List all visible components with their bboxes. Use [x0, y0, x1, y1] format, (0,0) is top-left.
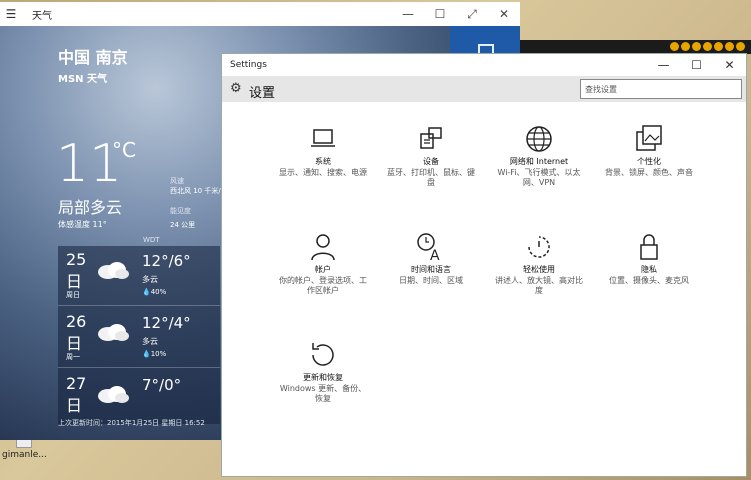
temperature-unit: °C: [112, 138, 136, 162]
app-dot-icon[interactable]: [692, 42, 701, 51]
forecast-weekday: 周日: [66, 291, 80, 299]
weather-titlebar: ☰ 天气 — ☐ ⤢ ✕: [0, 2, 520, 26]
devices-icon: [420, 127, 442, 149]
tile-description: Windows 更新、备份、恢复: [279, 384, 367, 403]
tile-label: 设备: [423, 157, 439, 166]
settings-title: Settings: [230, 60, 267, 70]
visibility-value: 24 公里: [170, 221, 196, 229]
tile-network[interactable]: 网络和 Internet Wi-Fi、飞行模式、以太网、VPN: [494, 124, 584, 210]
tile-label: 个性化: [637, 157, 661, 166]
cloud-icon: [98, 324, 129, 341]
personalize-icon: [636, 125, 662, 151]
tile-label: 时间和语言: [411, 265, 451, 274]
tile-description: Wi-Fi、飞行模式、以太网、VPN: [497, 168, 581, 187]
wdt-label: WDT: [143, 236, 160, 244]
tile-description: 显示、通知、搜索、电源: [279, 168, 367, 177]
close-button[interactable]: ✕: [488, 7, 520, 21]
gear-icon: ⚙: [230, 81, 242, 96]
tile-privacy[interactable]: 隐私 位置、摄像头、麦克风: [604, 232, 694, 318]
tile-description: 日期、时间、区域: [399, 276, 463, 285]
globe-icon: [526, 126, 552, 152]
wind-label: 风速: [170, 177, 184, 185]
hamburger-menu-icon[interactable]: ☰: [0, 7, 22, 21]
settings-window: Settings — ☐ ✕ ⚙ 设置 系统 显示、通知、搜索、电源 设备 蓝牙…: [221, 53, 747, 477]
tile-personalization[interactable]: 个性化 背景、锁屏、颜色、声音: [604, 124, 694, 210]
page-title: 设置: [249, 86, 276, 101]
tile-label: 隐私: [641, 265, 657, 274]
forecast-temp: 12°/4°: [142, 314, 191, 332]
tile-label: 系统: [315, 157, 331, 166]
tile-description: 你的帐户、登录选项、工作区帐户: [279, 276, 367, 295]
app-dot-icon[interactable]: [714, 42, 723, 51]
forecast-precip: 💧40%: [142, 288, 167, 296]
cloud-icon: [98, 386, 129, 403]
update-icon: [312, 343, 334, 366]
tile-ease-of-access[interactable]: 轻松使用 讲述人、放大镜、高对比度: [494, 232, 584, 318]
app-dot-icon[interactable]: [670, 42, 679, 51]
tile-time-language[interactable]: A 时间和语言 日期、时间、区域: [386, 232, 476, 318]
visibility-label: 能见度: [170, 207, 191, 215]
wind-value: 西北风 10 千米/小: [170, 187, 228, 195]
tile-system[interactable]: 系统 显示、通知、搜索、电源: [278, 124, 368, 210]
forecast-list: 25 日 周日 12°/6° 多云 💧40% 26 日 周一 12°/4° 多云…: [58, 246, 220, 424]
maximize-button[interactable]: ☐: [680, 58, 713, 72]
city-name: 中国 南京: [58, 48, 128, 67]
app-dot-icon[interactable]: [681, 42, 690, 51]
tile-description: 蓝牙、打印机、鼠标、键盘: [387, 168, 475, 187]
taskbar-fragment: [520, 40, 751, 54]
tile-devices[interactable]: 设备 蓝牙、打印机、鼠标、键盘: [386, 124, 476, 210]
person-icon: [311, 234, 335, 261]
current-condition: 局部多云: [58, 198, 123, 217]
forecast-row[interactable]: 26 日 周一 12°/4° 多云 💧10%: [58, 308, 220, 368]
forecast-precip: 💧10%: [142, 350, 167, 358]
svg-text:A: A: [430, 248, 440, 262]
precip-value: 10%: [150, 350, 167, 358]
laptop-icon: [311, 129, 335, 147]
forecast-day: 26: [66, 312, 87, 331]
precip-value: 40%: [150, 288, 167, 296]
tile-description: 背景、锁屏、颜色、声音: [605, 168, 693, 177]
desktop-icon-label[interactable]: gimanle...: [2, 450, 47, 460]
app-dot-icon[interactable]: [703, 42, 712, 51]
tile-label: 轻松使用: [523, 265, 555, 274]
forecast-day: 25: [66, 250, 87, 269]
tile-update-recovery[interactable]: 更新和恢复 Windows 更新、备份、恢复: [278, 340, 368, 426]
tile-label: 网络和 Internet: [509, 157, 569, 166]
time-language-icon: A: [417, 233, 440, 262]
forecast-temp: 7°/0°: [142, 376, 182, 394]
close-button[interactable]: ✕: [713, 58, 746, 72]
forecast-row[interactable]: 25 日 周日 12°/6° 多云 💧40%: [58, 246, 220, 306]
brand-label: MSN 天气: [58, 74, 108, 85]
weather-title: 天气: [32, 10, 52, 22]
minimize-button[interactable]: —: [647, 58, 680, 72]
cloud-icon: [98, 262, 129, 279]
tile-description: 讲述人、放大镜、高对比度: [495, 276, 583, 295]
tile-label: 帐户: [315, 265, 331, 274]
forecast-weekday: 周一: [66, 353, 80, 361]
maximize-button[interactable]: ☐: [424, 7, 456, 21]
search-input[interactable]: [580, 79, 742, 99]
forecast-condition: 多云: [142, 275, 158, 284]
forecast-day: 27: [66, 374, 87, 393]
settings-header: ⚙ 设置: [222, 76, 746, 102]
tile-accounts[interactable]: 帐户 你的帐户、登录选项、工作区帐户: [278, 232, 368, 318]
forecast-day-unit: 日: [66, 272, 83, 291]
settings-titlebar: Settings — ☐ ✕: [222, 54, 746, 76]
app-dot-icon[interactable]: [736, 42, 745, 51]
ease-access-icon: [528, 236, 550, 258]
fullscreen-icon[interactable]: ⤢: [456, 7, 488, 22]
tile-description: 位置、摄像头、麦克风: [609, 276, 689, 285]
last-updated: 上次更新时间：2015年1月25日 星期日 16:52: [58, 419, 205, 427]
tile-label: 更新和恢复: [303, 373, 343, 382]
forecast-day-unit: 日: [66, 334, 83, 353]
forecast-day-unit: 日: [66, 396, 83, 415]
app-dot-icon[interactable]: [725, 42, 734, 51]
forecast-temp: 12°/6°: [142, 252, 191, 270]
minimize-button[interactable]: —: [392, 7, 424, 21]
feels-like: 体感温度 11°: [58, 220, 107, 229]
lock-icon: [640, 234, 658, 260]
forecast-condition: 多云: [142, 337, 158, 346]
